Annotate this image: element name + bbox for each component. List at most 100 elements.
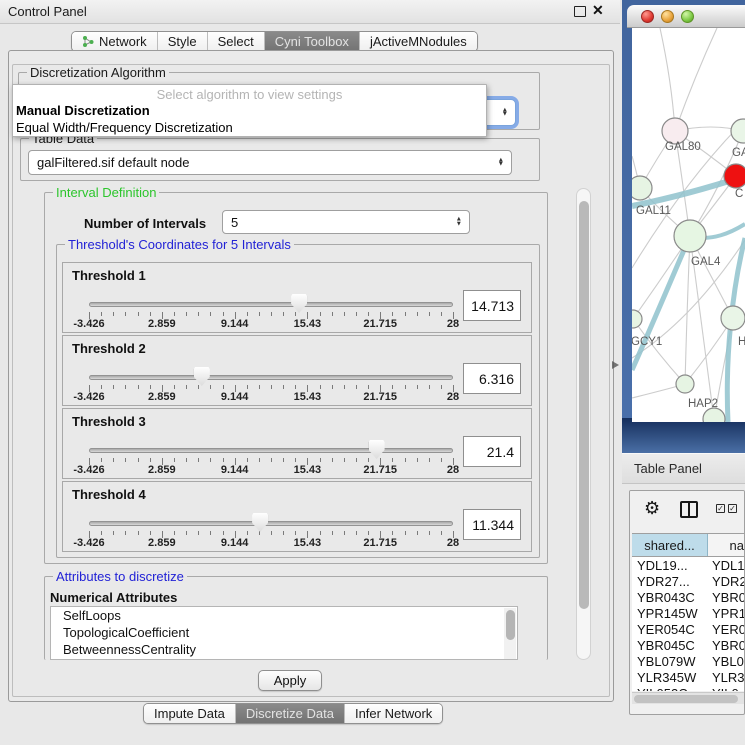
tick-mark [186, 458, 187, 462]
slider-track[interactable] [89, 302, 453, 307]
tab-network[interactable]: Network [72, 32, 157, 51]
cell-name: YER0 [708, 622, 745, 637]
table-row[interactable]: YER054CYER0 [632, 621, 745, 637]
table-row[interactable]: YBR045CYBR0 [632, 637, 745, 653]
numerical-attributes-list[interactable]: SelfLoopsTopologicalCoefficientBetweenne… [50, 606, 518, 660]
attribute-item[interactable]: TopologicalCoefficient [51, 624, 517, 641]
network-window-titlebar[interactable] [627, 5, 745, 28]
top-tab-bar: NetworkStyleSelectCyni ToolboxjActiveMNo… [71, 31, 478, 52]
attribute-item[interactable]: SelfLoops [51, 607, 517, 624]
tick-mark [101, 385, 102, 389]
num-intervals-combobox[interactable]: 5 ▲▼ [222, 210, 470, 234]
column-header-shared-name[interactable]: shared... [632, 534, 708, 556]
tick-mark [441, 458, 442, 462]
tick-mark [344, 531, 345, 535]
mouse-cursor [612, 361, 619, 369]
table-row[interactable]: YIL052CYIL0 [632, 685, 745, 691]
tick-label: 2.859 [148, 318, 176, 330]
zoom-traffic-light-icon[interactable] [681, 10, 694, 23]
tick-label: 28 [447, 464, 459, 476]
float-window-icon[interactable] [574, 6, 586, 17]
popup-item-manual[interactable]: Manual Discretization [16, 103, 150, 118]
gear-icon[interactable]: ⚙ [644, 498, 660, 519]
tick-mark [441, 531, 442, 535]
network-icon [82, 35, 95, 48]
tick-mark [417, 531, 418, 535]
cell-shared-name: YDL19... [632, 558, 708, 573]
tick-mark [356, 531, 357, 535]
tick-mark [259, 385, 260, 389]
table-toolbar: ⚙ ✓ ✓ [630, 491, 744, 531]
tick-mark [125, 458, 126, 462]
apply-button[interactable]: Apply [258, 670, 322, 691]
table-data-combobox[interactable]: galFiltered.sif default node ▲▼ [28, 150, 512, 175]
cell-name: YBL0 [708, 654, 745, 669]
tick-mark [392, 531, 393, 535]
table-row[interactable]: YDR27...YDR2 [632, 573, 745, 589]
cell-name: YPR1 [708, 606, 745, 621]
stepper-arrows-icon: ▲▼ [498, 158, 504, 167]
column-header-name[interactable]: na [708, 534, 745, 556]
slider-thumb[interactable] [252, 513, 268, 532]
tick-mark [429, 312, 430, 316]
table-horizontal-scrollbar[interactable] [632, 692, 745, 704]
tick-label: 28 [447, 391, 459, 403]
threshold-panel: Threshold 4-3.4262.8599.14415.4321.71528… [62, 481, 532, 552]
slider-thumb[interactable] [291, 294, 307, 313]
slider-track[interactable] [89, 375, 453, 380]
table-row[interactable]: YBR043CYBR0 [632, 589, 745, 605]
list-scrollbar[interactable] [504, 608, 516, 660]
tick-mark [138, 312, 139, 316]
tick-label: 28 [447, 537, 459, 549]
popup-item-equal-width[interactable]: Equal Width/Frequency Discretization [16, 120, 233, 135]
tab-label: Discretize Data [246, 706, 334, 721]
tab-style[interactable]: Style [157, 32, 207, 51]
tick-mark [247, 458, 248, 462]
threshold-value-field[interactable]: 14.713 [463, 290, 521, 321]
threshold-value-field[interactable]: 6.316 [463, 363, 521, 394]
tab-infer-network[interactable]: Infer Network [344, 704, 442, 723]
threshold-value-field[interactable]: 21.4 [463, 436, 521, 467]
checkbox-icon[interactable]: ✓ [728, 504, 737, 513]
threshold-value-field[interactable]: 11.344 [463, 509, 521, 540]
attribute-item[interactable]: BetweennessCentrality [51, 641, 517, 658]
slider-thumb[interactable] [369, 440, 385, 459]
checkbox-icon[interactable]: ✓ [716, 504, 725, 513]
tick-mark [223, 385, 224, 389]
table-row[interactable]: YDL19...YDL1 [632, 557, 745, 573]
tab-impute-data[interactable]: Impute Data [144, 704, 235, 723]
tick-mark [223, 312, 224, 316]
tick-mark [186, 531, 187, 535]
minimize-traffic-light-icon[interactable] [661, 10, 674, 23]
svg-text:GCY1: GCY1 [632, 336, 662, 348]
tick-mark [125, 312, 126, 316]
tab-jactivemnodules[interactable]: jActiveMNodules [359, 32, 477, 51]
scrollbar-thumb[interactable] [579, 201, 589, 609]
table-panel-title: Table Panel [634, 461, 702, 476]
table-row[interactable]: YPR145WYPR1 [632, 605, 745, 621]
tick-mark [113, 458, 114, 462]
split-columns-icon[interactable] [680, 501, 698, 518]
tab-cyni-toolbox[interactable]: Cyni Toolbox [264, 32, 359, 51]
network-graph: GAL80GACGAL11GAL4GCY1HHAP2 [632, 28, 745, 422]
tick-mark [320, 312, 321, 316]
scrollbar-thumb[interactable] [506, 610, 515, 640]
network-canvas[interactable]: GAL80GACGAL11GAL4GCY1HHAP2 [632, 28, 745, 422]
slider-track[interactable] [89, 521, 453, 526]
close-traffic-light-icon[interactable] [641, 10, 654, 23]
tick-mark [320, 385, 321, 389]
slider-track[interactable] [89, 448, 453, 453]
thresholds-group-title: Threshold's Coordinates for 5 Intervals [65, 237, 294, 252]
tick-mark [259, 531, 260, 535]
table-row[interactable]: YBL079WYBL0 [632, 653, 745, 669]
tab-select[interactable]: Select [207, 32, 264, 51]
scrollbar-thumb[interactable] [634, 695, 738, 703]
tick-mark [332, 531, 333, 535]
tick-label: -3.426 [73, 464, 104, 476]
table-row[interactable]: YLR345WYLR3 [632, 669, 745, 685]
tick-mark [320, 531, 321, 535]
tab-discretize-data[interactable]: Discretize Data [235, 704, 344, 723]
slider-thumb[interactable] [194, 367, 210, 386]
panel-vertical-scrollbar[interactable] [576, 188, 591, 660]
close-icon[interactable]: ✕ [592, 2, 604, 19]
